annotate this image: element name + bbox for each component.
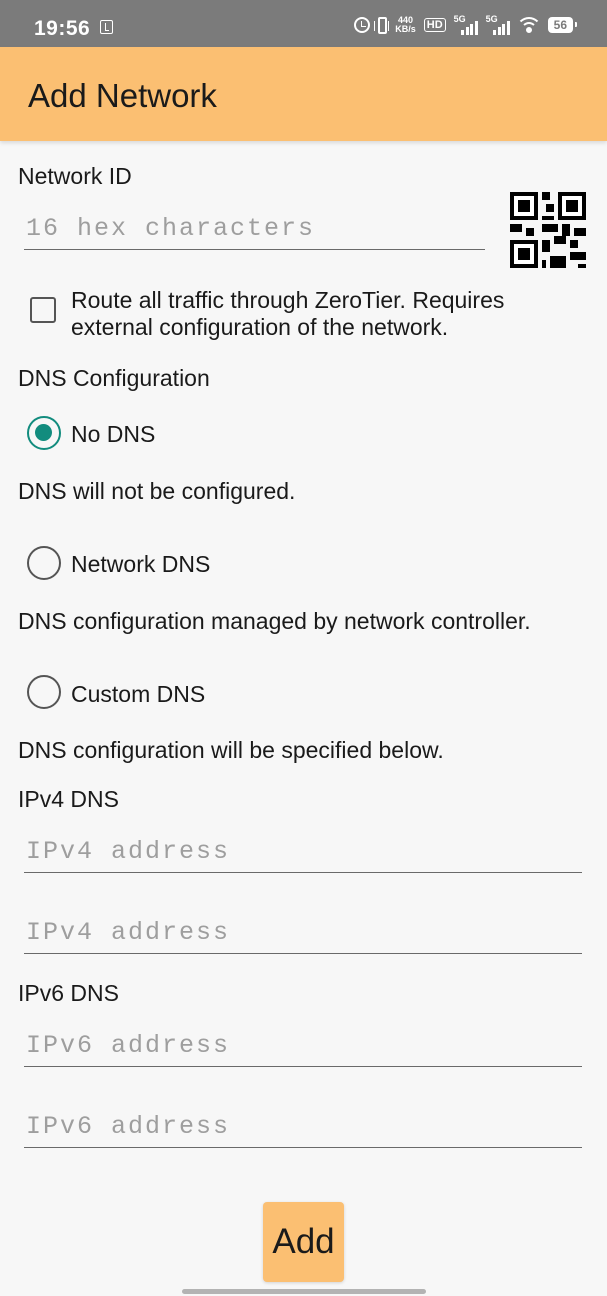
ipv6-dns-label: IPv6 DNS	[18, 980, 119, 1006]
network-speed-unit: KB/s	[395, 24, 416, 34]
custom-dns-description: DNS configuration will be specified belo…	[18, 737, 444, 763]
battery-icon: 56	[547, 17, 578, 33]
network-dns-label[interactable]: Network DNS	[71, 551, 210, 578]
ipv6-address-input-1[interactable]: IPv6 address	[24, 1026, 582, 1067]
hd-icon: HD	[423, 18, 446, 32]
network-id-label: Network ID	[18, 163, 132, 189]
network-speed: 440 KB/s	[395, 16, 416, 34]
network-id-input[interactable]: 16 hex characters	[24, 209, 485, 250]
route-all-traffic-checkbox[interactable]	[30, 297, 56, 323]
no-dns-radio[interactable]	[27, 416, 61, 450]
add-button[interactable]: Add	[263, 1202, 344, 1282]
signal-icon: 5G	[486, 15, 510, 35]
custom-dns-label[interactable]: Custom DNS	[71, 681, 205, 708]
home-indicator[interactable]	[182, 1289, 426, 1294]
ipv6-address-input-2[interactable]: IPv6 address	[24, 1107, 582, 1148]
no-dns-label[interactable]: No DNS	[71, 421, 155, 448]
custom-dns-radio[interactable]	[27, 675, 61, 709]
status-icons: 440 KB/s HD 5G 5G 56	[354, 14, 578, 36]
alarm-icon	[354, 17, 371, 33]
no-dns-description: DNS will not be configured.	[18, 478, 296, 504]
qr-code-icon[interactable]	[510, 192, 586, 268]
usb-icon	[100, 20, 113, 34]
status-bar: 19:56 440 KB/s HD 5G 5G 56	[0, 0, 607, 47]
status-time: 19:56	[34, 17, 91, 40]
signal-icon: 5G	[454, 15, 478, 35]
ipv4-dns-label: IPv4 DNS	[18, 786, 119, 812]
page-title: Add Network	[28, 77, 217, 114]
vibrate-icon	[374, 16, 390, 34]
app-bar: Add Network	[0, 47, 607, 141]
route-all-traffic-label: Route all traffic through ZeroTier. Requ…	[71, 287, 505, 340]
wifi-icon	[517, 16, 540, 34]
dns-configuration-label: DNS Configuration	[18, 365, 210, 391]
ipv4-address-input-2[interactable]: IPv4 address	[24, 913, 582, 954]
ipv4-address-input-1[interactable]: IPv4 address	[24, 832, 582, 873]
network-dns-description: DNS configuration managed by network con…	[18, 608, 531, 634]
network-dns-radio[interactable]	[27, 546, 61, 580]
